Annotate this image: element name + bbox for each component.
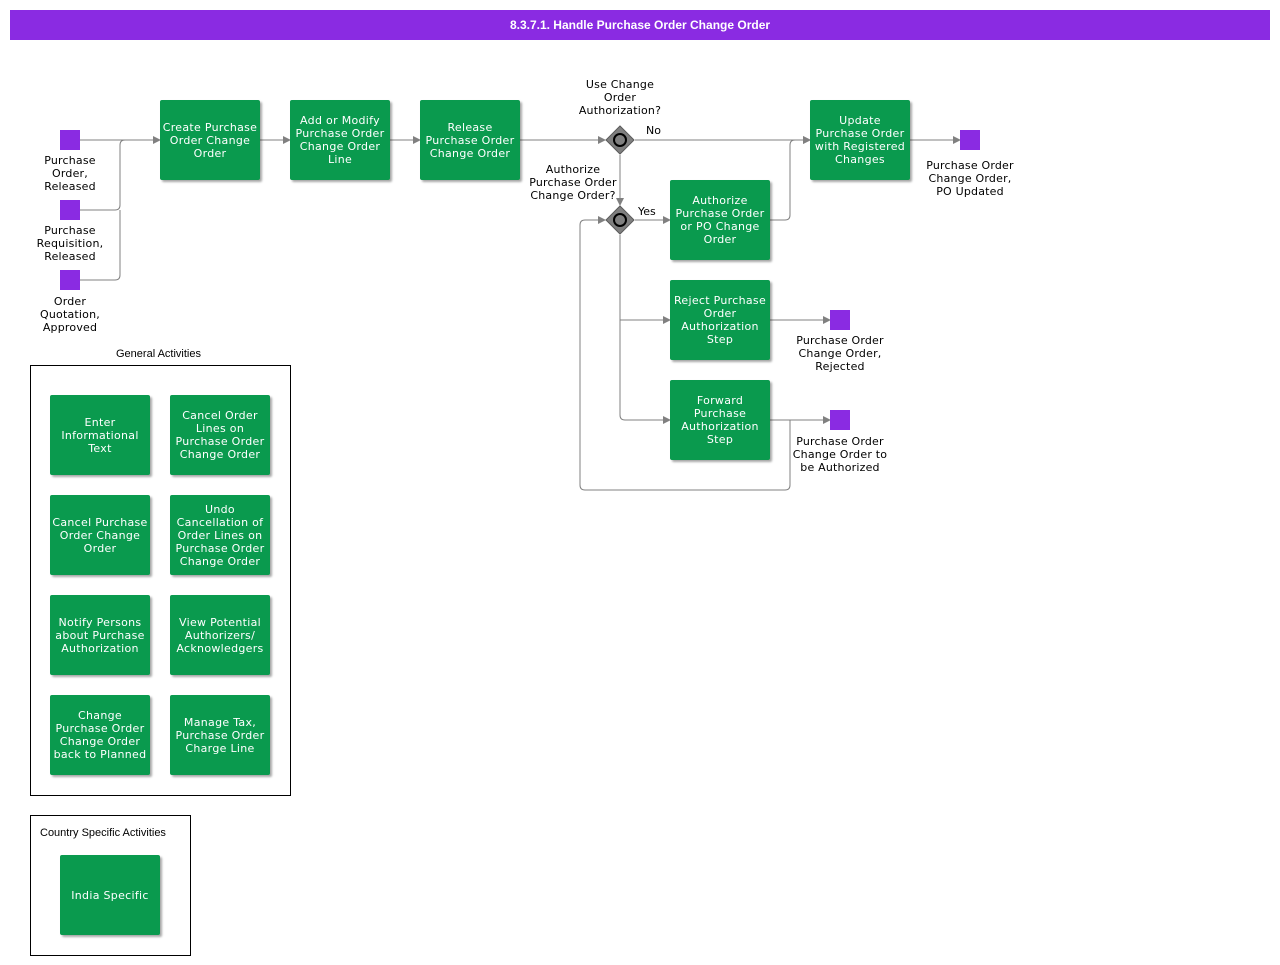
start-event-quote-approved-label: Order Quotation, Approved [40,295,100,334]
general-activity-4-label: Undo Cancellation of Order Lines on Purc… [175,502,265,568]
general-activity-8-label: Manage Tax, Purchase Order Charge Line [175,715,265,755]
start-event-req-released-label: Purchase Requisition, Released [36,224,104,263]
general-activity-3[interactable]: Cancel Purchase Order Change Order [50,495,150,575]
general-activity-1[interactable]: Enter Informational Text [50,395,150,475]
activity-authorize[interactable]: Authorize Purchase Order or PO Change Or… [670,180,770,260]
connector-authorize-update [770,136,811,221]
activity-forward-label: Forward Purchase Authorization Step [681,394,759,446]
gateway-use-change-auth-label: Use Change Order Authorization? [578,78,662,117]
general-activity-6[interactable]: View Potential Authorizers/ Acknowledger… [170,595,270,675]
activity-update-label: Update Purchase Order with Registered Ch… [814,114,906,166]
activity-reject-step[interactable]: Reject Purchase Order Authorization Step [670,280,770,360]
general-activity-7[interactable]: Change Purchase Order Change Order back … [50,695,150,775]
activity-create-label: Create Purchase Order Change Order [162,120,258,160]
general-activity-3-label: Cancel Purchase Order Change Order [52,515,148,555]
end-event-rejected-label: Purchase Order Change Order, Rejected [796,334,884,373]
general-activity-5[interactable]: Notify Persons about Purchase Authorizat… [50,595,150,675]
start-event-quote-approved[interactable] [60,270,80,290]
general-activity-5-label: Notify Persons about Purchase Authorizat… [55,615,145,655]
activity-add-modify-line[interactable]: Add or Modify Purchase Order Change Orde… [290,100,390,180]
activity-authorize-label: Authorize Purchase Order or PO Change Or… [675,194,765,246]
end-event-po-updated[interactable] [960,130,980,150]
general-activity-8[interactable]: Manage Tax, Purchase Order Charge Line [170,695,270,775]
activity-reject-label: Reject Purchase Order Authorization Step [673,294,767,346]
end-event-rejected[interactable] [830,310,850,330]
edge-label-yes: Yes [638,205,656,218]
end-event-to-authorize[interactable] [830,410,850,430]
end-event-to-authorize-label: Purchase Order Change Order to be Author… [792,435,888,474]
general-activity-7-label: Change Purchase Order Change Order back … [53,709,147,761]
end-event-po-updated-label: Purchase Order Change Order, PO Updated [926,159,1014,198]
general-activity-1-label: Enter Informational Text [61,415,139,455]
connector-gw2-reject [619,235,671,324]
activity-release-label: Release Purchase Order Change Order [425,120,515,160]
activity-create-change-order[interactable]: Create Purchase Order Change Order [160,100,260,180]
start-event-po-released[interactable] [60,130,80,150]
gateway-authorize-q-label: Authorize Purchase Order Change Order? [529,163,617,202]
activity-forward-step[interactable]: Forward Purchase Authorization Step [670,380,770,460]
general-activity-2[interactable]: Cancel Order Lines on Purchase Order Cha… [170,395,270,475]
general-activity-6-label: View Potential Authorizers/ Acknowledger… [176,615,264,655]
general-activity-2-label: Cancel Order Lines on Purchase Order Cha… [175,409,265,461]
activity-add-modify-label: Add or Modify Purchase Order Change Orde… [295,114,385,166]
connector-gw2-forward [619,320,671,424]
general-activity-4[interactable]: Undo Cancellation of Order Lines on Purc… [170,495,270,575]
start-event-po-released-label: Purchase Order, Released [44,154,96,193]
edge-label-no: No [646,124,661,137]
gateway-use-change-auth[interactable] [605,125,635,155]
country-activities-title: Country Specific Activities [40,827,166,839]
activity-update-purchase-order[interactable]: Update Purchase Order with Registered Ch… [810,100,910,180]
gateway-authorize-q[interactable] [605,205,635,235]
country-activity-india-label: India Specific [71,888,149,902]
start-event-req-released[interactable] [60,200,80,220]
general-activities-title: General Activities [116,348,201,360]
country-activity-india[interactable]: India Specific [60,855,160,935]
activity-release-change-order[interactable]: Release Purchase Order Change Order [420,100,520,180]
